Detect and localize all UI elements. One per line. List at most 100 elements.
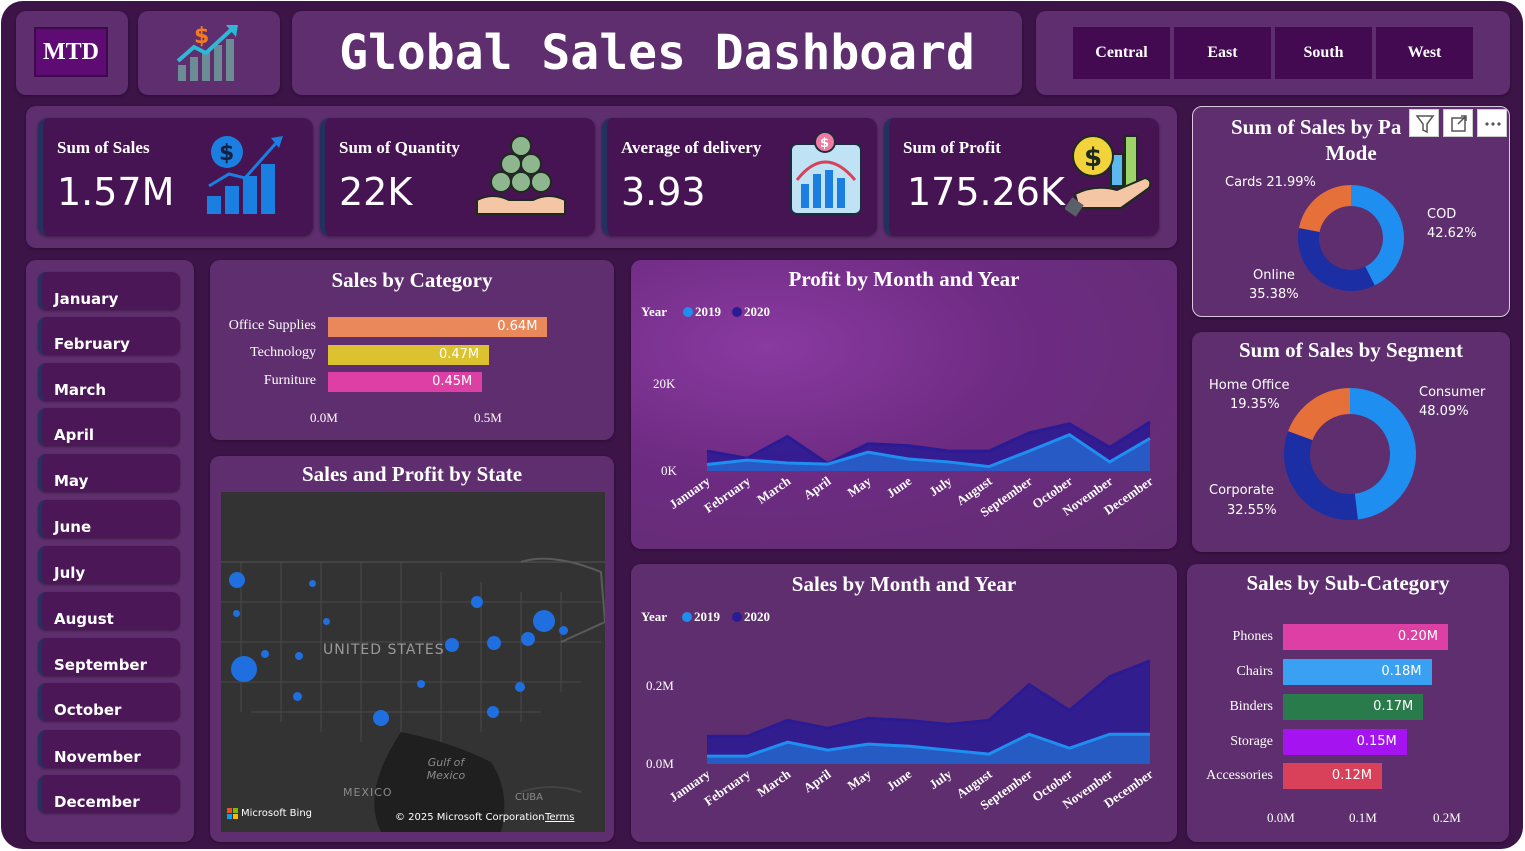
- subcategory-label: Phones: [1232, 629, 1273, 644]
- svg-text:$: $: [820, 136, 829, 151]
- state-bubble[interactable]: [521, 632, 535, 646]
- donut-slice-cards[interactable]: [1298, 185, 1351, 232]
- y-tick-label: 0.2M: [646, 678, 674, 693]
- subcategory-bar[interactable]: 0.18M: [1283, 659, 1432, 685]
- month-item-october[interactable]: October: [38, 683, 180, 721]
- profit-by-month-visual[interactable]: Profit by Month and Year Year 2019 2020 …: [631, 260, 1177, 549]
- legend-marker-2020: [732, 307, 742, 317]
- month-item-march[interactable]: March: [38, 363, 180, 401]
- mtd-button[interactable]: MTD: [34, 27, 108, 77]
- state-bubble[interactable]: [309, 580, 316, 587]
- slice-value-online: 35.38%: [1249, 287, 1299, 302]
- legend-marker-2019: [682, 612, 692, 622]
- sales-by-month-visual[interactable]: Sales by Month and Year Year 2019 2020 0…: [631, 564, 1177, 842]
- legend-title: Year: [641, 609, 667, 624]
- profit-area-chart: Year 2019 2020 20K 0K JanuaryFebruary Mar…: [641, 304, 1156, 520]
- category-bar[interactable]: 0.45M: [328, 372, 483, 392]
- state-bubble[interactable]: [293, 692, 302, 701]
- kpi-value: 175.26K: [907, 170, 1065, 214]
- map-terms-link[interactable]: Terms: [545, 812, 574, 823]
- svg-text:$: $: [194, 24, 209, 49]
- kpi-card-profit[interactable]: Sum of Profit 175.26K $: [884, 118, 1159, 236]
- visual-title: Sales by Category: [331, 268, 493, 292]
- state-bubble[interactable]: [261, 650, 269, 658]
- x-tick-label: March: [754, 473, 794, 507]
- month-item-may[interactable]: May: [38, 454, 180, 492]
- x-tick-label: 0.5M: [474, 410, 502, 425]
- month-item-june[interactable]: June: [38, 500, 180, 538]
- title-panel: Global Sales Dashboard: [292, 11, 1022, 95]
- state-bubble[interactable]: [295, 652, 303, 660]
- donut-slice-home-office[interactable]: [1288, 388, 1350, 441]
- logo-panel: $: [138, 11, 280, 95]
- subcategory-bar[interactable]: 0.20M: [1283, 624, 1448, 650]
- kpi-card-delivery[interactable]: Average of delivery 3.93 $: [602, 118, 877, 236]
- map-cuba-label: CUBA: [515, 792, 544, 803]
- legend-label-2020: 2020: [744, 609, 770, 624]
- month-item-april[interactable]: April: [38, 408, 180, 446]
- state-bubble[interactable]: [471, 596, 483, 608]
- legend-label-2019: 2019: [695, 304, 722, 319]
- subcategory-bar[interactable]: 0.15M: [1283, 729, 1407, 755]
- state-bubble[interactable]: [417, 680, 425, 688]
- segment-donut-chart: [1284, 388, 1416, 520]
- month-item-december[interactable]: December: [38, 775, 180, 813]
- region-central-button[interactable]: Central: [1073, 27, 1170, 79]
- map-canvas[interactable]: UNITED STATES Gulf of Mexico MEXICO CUBA: [221, 492, 605, 832]
- sales-profit-map-visual[interactable]: Sales and Profit by State UNITED STATES …: [210, 456, 614, 842]
- bar-value-label: 0.47M: [438, 347, 480, 362]
- state-bubble[interactable]: [231, 656, 257, 682]
- map-mexico-label: MEXICO: [343, 786, 393, 799]
- month-item-july[interactable]: July: [38, 546, 180, 584]
- svg-text:$: $: [219, 141, 234, 166]
- state-bubble[interactable]: [559, 626, 568, 635]
- x-tick-label: June: [884, 766, 915, 794]
- region-east-button[interactable]: East: [1174, 27, 1271, 79]
- kpi-card-sales[interactable]: Sum of Sales 1.57M $: [38, 118, 313, 236]
- sales-by-category-visual[interactable]: Sales by Category Office Supplies Techno…: [210, 260, 614, 440]
- category-bar[interactable]: 0.47M: [328, 345, 490, 365]
- subcategory-bar[interactable]: 0.17M: [1283, 694, 1424, 720]
- subcategory-label: Chairs: [1236, 664, 1273, 679]
- slice-label-consumer: Consumer: [1419, 385, 1486, 400]
- page-title: Global Sales Dashboard: [339, 25, 975, 81]
- subcategory-label: Binders: [1229, 699, 1273, 714]
- region-west-button[interactable]: West: [1376, 27, 1473, 79]
- profit-hand-icon: $: [1065, 135, 1152, 217]
- category-bar[interactable]: 0.64M: [328, 317, 548, 337]
- slice-value-cod: 42.62%: [1427, 226, 1477, 241]
- state-bubble[interactable]: [373, 710, 389, 726]
- donut-slice-corporate[interactable]: [1284, 431, 1358, 520]
- month-item-february[interactable]: February: [38, 317, 180, 355]
- month-item-january[interactable]: January: [38, 272, 180, 310]
- state-bubble[interactable]: [323, 618, 330, 625]
- state-bubble[interactable]: [515, 682, 525, 692]
- state-bubble[interactable]: [487, 636, 501, 650]
- state-bubble[interactable]: [445, 638, 459, 652]
- state-bubble[interactable]: [487, 706, 499, 718]
- y-tick-label: 20K: [653, 376, 676, 391]
- sub-category-visual[interactable]: Sales by Sub-Category Phones Chairs Bind…: [1187, 564, 1509, 842]
- month-item-september[interactable]: September: [38, 638, 180, 676]
- kpi-label: Sum of Quantity: [339, 138, 460, 157]
- region-south-button[interactable]: South: [1275, 27, 1372, 79]
- kpi-label: Sum of Sales: [57, 138, 150, 157]
- donut-slice-online[interactable]: [1298, 228, 1375, 291]
- kpi-card-quantity[interactable]: Sum of Quantity 22K: [320, 118, 595, 236]
- visual-title: Sales and Profit by State: [301, 462, 523, 486]
- state-bubble[interactable]: [533, 610, 555, 632]
- legend-label-2019: 2019: [694, 609, 721, 624]
- month-item-august[interactable]: August: [38, 592, 180, 630]
- bar-value-label: 0.12M: [1331, 768, 1372, 783]
- state-bubble[interactable]: [229, 572, 245, 588]
- payment-mode-visual[interactable]: Sum of Sales by Pa Mode Cards 21.99% COD…: [1192, 106, 1510, 317]
- slice-value-corporate: 32.55%: [1227, 503, 1277, 518]
- region-slicer-panel: Central East South West: [1036, 11, 1510, 95]
- state-bubble[interactable]: [233, 610, 240, 617]
- subcategory-bar[interactable]: 0.12M: [1283, 763, 1382, 789]
- kpi-value: 3.93: [621, 170, 706, 214]
- bar-value-label: 0.17M: [1373, 699, 1414, 714]
- donut-slice-consumer[interactable]: [1350, 388, 1416, 520]
- segment-visual[interactable]: Sum of Sales by Segment Home Office 19.3…: [1192, 332, 1510, 552]
- month-item-november[interactable]: November: [38, 730, 180, 768]
